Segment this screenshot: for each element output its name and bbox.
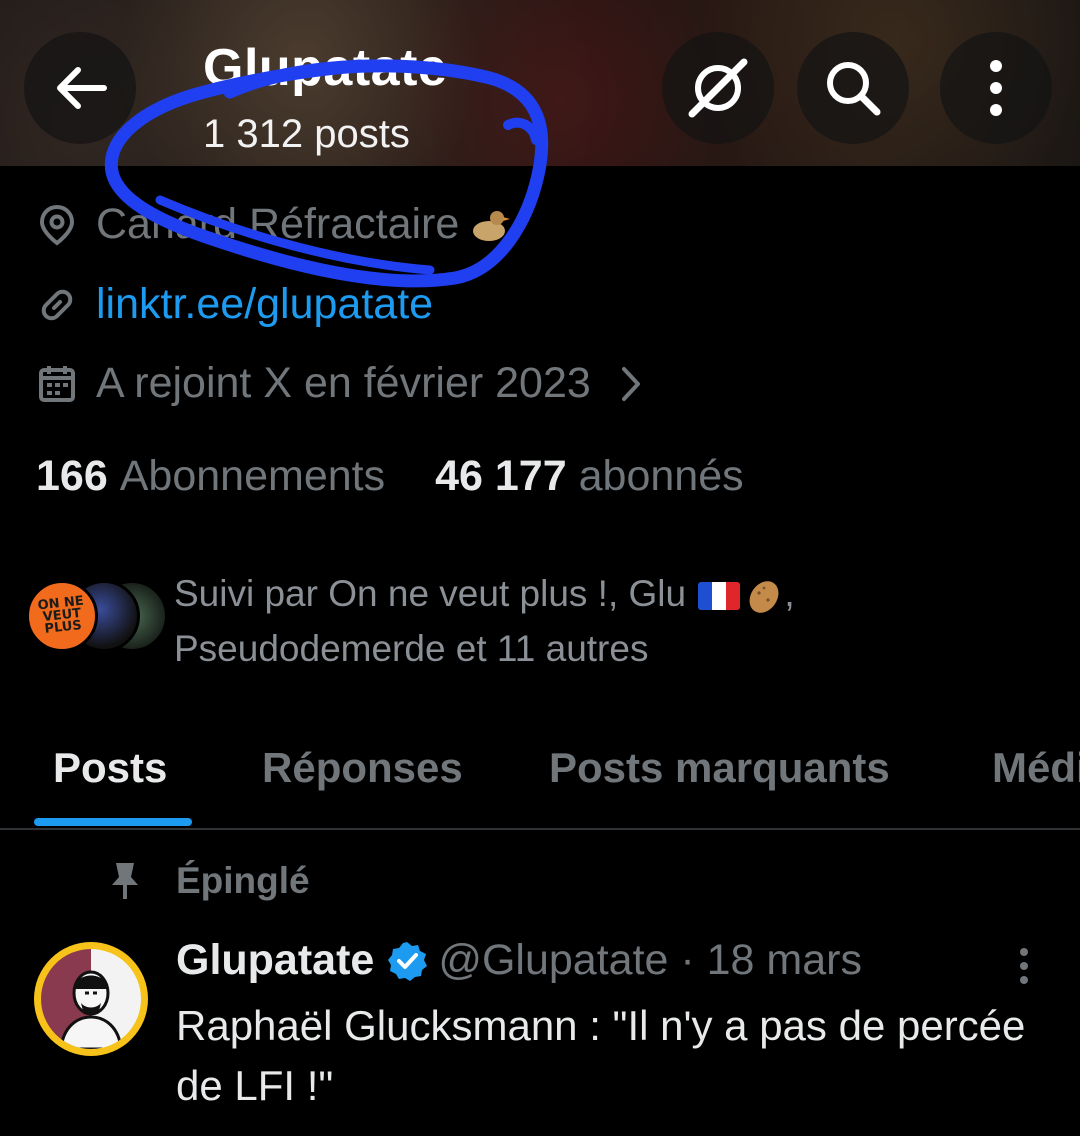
arrow-left-icon [57, 67, 107, 109]
location-pin-icon [36, 204, 78, 246]
active-tab-indicator [34, 818, 192, 826]
followed-by-comma: , [784, 573, 795, 614]
profile-location: Canard Réfractaire [36, 200, 511, 249]
chevron-right-icon [619, 364, 643, 404]
tweet-author-name[interactable]: Glupatate [176, 936, 374, 985]
france-flag-icon [698, 582, 741, 611]
tab-highlights[interactable]: Posts marquants [549, 744, 890, 792]
potato-emoji-icon [749, 581, 779, 614]
pin-icon [112, 863, 138, 899]
followers-count: 46 177 [435, 452, 567, 500]
profile-tabs: Posts Réponses Posts marquants Médias [0, 736, 1080, 830]
tab-replies[interactable]: Réponses [262, 744, 463, 792]
more-vertical-icon [1020, 948, 1028, 984]
followers-stat[interactable]: 46 177 abonnés [435, 452, 744, 501]
location-text: Canard Réfractaire [96, 200, 460, 248]
followed-by-text: Suivi par On ne veut plus !, Glu , Pseud… [174, 566, 1054, 676]
profile-name-header: Glupatate [203, 39, 448, 97]
tweet-text: Raphaël Glucksmann : "Il n'y a pas de pe… [176, 1002, 1026, 1109]
followed-by-line2: Pseudodemerde et 11 autres [174, 628, 649, 669]
pinned-indicator: Épinglé [108, 860, 310, 902]
search-icon [827, 62, 881, 116]
more-vertical-icon [990, 60, 1002, 116]
tweet-handle-date: @Glupatate · 18 mars [438, 936, 862, 984]
profile-joined[interactable]: A rejoint X en février 2023 [36, 359, 643, 408]
followed-by-line1: Suivi par On ne veut plus !, Glu [174, 573, 687, 614]
profile-banner [0, 0, 1080, 166]
back-button[interactable] [24, 32, 136, 144]
duck-emoji-icon [473, 210, 511, 241]
website-link[interactable]: linktr.ee/glupatate [96, 280, 433, 329]
link-icon [36, 284, 78, 326]
tab-media[interactable]: Médias [992, 744, 1080, 792]
tweet-header: Glupatate @Glupatate · 18 mars [176, 936, 862, 985]
grok-icon [688, 58, 748, 118]
joined-text: A rejoint X en février 2023 [96, 359, 591, 407]
grok-button[interactable] [662, 32, 774, 144]
tab-posts[interactable]: Posts [53, 744, 167, 792]
followers-label: abonnés [578, 452, 744, 500]
portrait-illustration [59, 970, 123, 1049]
pinned-label: Épinglé [176, 860, 310, 901]
follow-stats: 166 Abonnements 46 177 abonnés [36, 452, 744, 501]
following-stat[interactable]: 166 Abonnements [36, 452, 385, 501]
follower-avatars: ON NE VEUT PLUS [26, 580, 168, 654]
search-button[interactable] [797, 32, 909, 144]
avatar-logo-text: ON NE VEUT PLUS [36, 593, 85, 637]
avatar: ON NE VEUT PLUS [26, 580, 98, 652]
tweet-avatar[interactable] [34, 942, 148, 1056]
following-label: Abonnements [119, 452, 386, 500]
tweet-more-button[interactable] [1008, 944, 1040, 988]
calendar-icon [36, 363, 78, 405]
profile-website[interactable]: linktr.ee/glupatate [36, 280, 433, 329]
more-button[interactable] [940, 32, 1052, 144]
following-count: 166 [36, 452, 108, 500]
posts-count: 1 312 posts [203, 112, 410, 156]
verified-badge-icon [388, 941, 428, 981]
